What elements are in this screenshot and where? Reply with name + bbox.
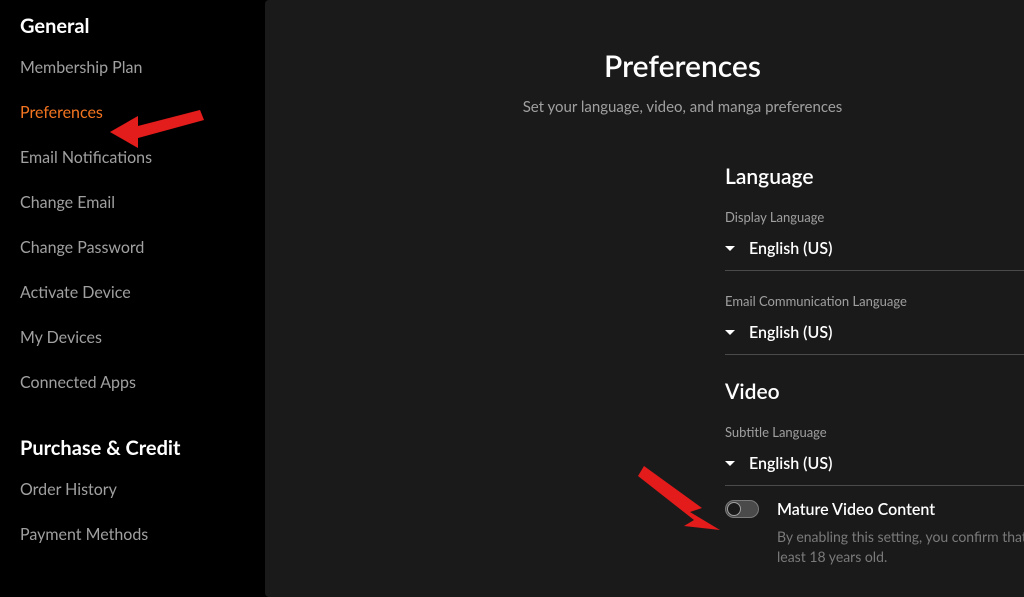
mature-content-row: Mature Video Content By enabling this se… xyxy=(725,500,1024,566)
sidebar-item-order-history[interactable]: Order History xyxy=(20,480,245,499)
sidebar-item-payment-methods[interactable]: Payment Methods xyxy=(20,525,245,544)
section-title-language: Language xyxy=(725,164,1024,189)
sidebar-item-change-password[interactable]: Change Password xyxy=(20,238,245,257)
display-language-label: Display Language xyxy=(725,209,1024,225)
display-language-dropdown[interactable]: English (US) xyxy=(725,231,1024,271)
toggle-knob-icon xyxy=(727,502,741,516)
sidebar-heading-general: General xyxy=(20,14,245,38)
sidebar-item-change-email[interactable]: Change Email xyxy=(20,193,245,212)
mature-content-desc: By enabling this setting, you confirm th… xyxy=(777,527,1024,566)
caret-down-icon xyxy=(725,461,735,466)
content-panel: Preferences Set your language, video, an… xyxy=(265,0,1024,597)
mature-content-text: Mature Video Content By enabling this se… xyxy=(777,500,1024,566)
sidebar: General Membership Plan Preferences Emai… xyxy=(0,0,265,597)
email-language-value: English (US) xyxy=(749,323,832,342)
email-language-label: Email Communication Language xyxy=(725,293,1024,309)
sidebar-heading-purchase-credit: Purchase & Credit xyxy=(20,436,245,460)
sidebar-item-connected-apps[interactable]: Connected Apps xyxy=(20,373,245,392)
mature-content-toggle[interactable] xyxy=(725,500,759,518)
sidebar-item-activate-device[interactable]: Activate Device xyxy=(20,283,245,302)
page-header: Preferences Set your language, video, an… xyxy=(265,48,1024,116)
subtitle-language-value: English (US) xyxy=(749,454,832,473)
section-title-video: Video xyxy=(725,379,1024,404)
caret-down-icon xyxy=(725,330,735,335)
sidebar-item-email-notifications[interactable]: Email Notifications xyxy=(20,148,245,167)
annotation-arrow-icon xyxy=(630,460,740,550)
caret-down-icon xyxy=(725,246,735,251)
subtitle-language-label: Subtitle Language xyxy=(725,424,1024,440)
sidebar-item-membership-plan[interactable]: Membership Plan xyxy=(20,58,245,77)
display-language-value: English (US) xyxy=(749,239,832,258)
subtitle-language-dropdown[interactable]: English (US) xyxy=(725,446,1024,486)
email-language-dropdown[interactable]: English (US) xyxy=(725,315,1024,355)
sidebar-item-my-devices[interactable]: My Devices xyxy=(20,328,245,347)
page-subtitle: Set your language, video, and manga pref… xyxy=(265,98,1024,116)
content-wrap: Preferences Set your language, video, an… xyxy=(265,0,1024,597)
section-language: Language Display Language English (US) E… xyxy=(725,164,1024,355)
settings-body: Language Display Language English (US) E… xyxy=(725,164,1024,566)
page-title: Preferences xyxy=(265,48,1024,84)
sidebar-item-preferences[interactable]: Preferences xyxy=(20,103,245,122)
mature-content-title: Mature Video Content xyxy=(777,500,1024,519)
section-video: Video Subtitle Language English (US) Mat… xyxy=(725,379,1024,566)
